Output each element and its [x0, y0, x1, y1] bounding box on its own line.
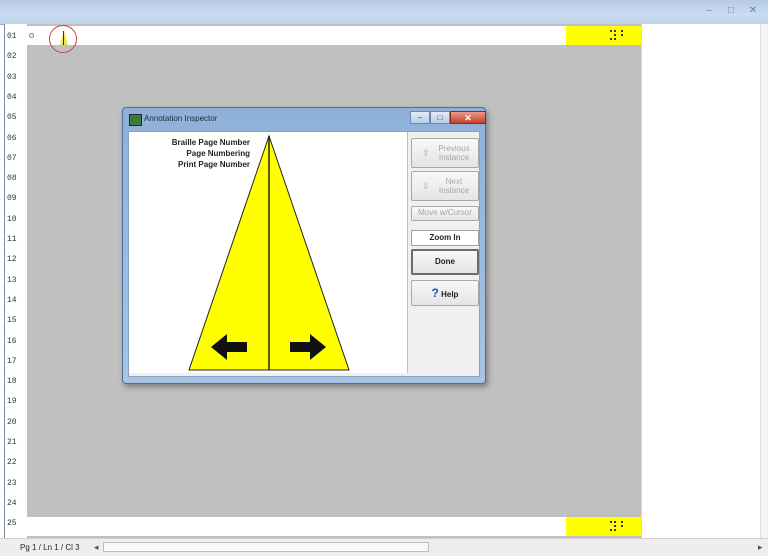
line-number: 20: [7, 417, 17, 427]
maximize-button[interactable]: □: [724, 5, 738, 17]
line-number: 23: [7, 478, 17, 488]
zoom-in-button[interactable]: Zoom In: [411, 230, 479, 246]
dialog-window-controls: – □ ✕: [410, 111, 486, 124]
line-number: 24: [7, 498, 17, 508]
annotation-inspector-dialog: Annotation Inspector – □ ✕ Braille Page …: [122, 107, 486, 384]
line-number: 10: [7, 214, 17, 224]
line-number: 01: [7, 32, 17, 41]
line-number: 03: [7, 72, 17, 82]
down-arrow-icon: ⇩: [422, 181, 430, 191]
help-button[interactable]: ? Help: [411, 280, 479, 306]
line-number: 17: [7, 356, 17, 366]
scroll-right-arrow-icon[interactable]: ▸: [758, 542, 763, 553]
document-line-01[interactable]: [27, 26, 641, 45]
cursor-marker: [29, 33, 34, 38]
help-icon: ?: [431, 286, 439, 300]
status-bar: Pg 1 / Ln 1 / Cl 3 ◂ ▸: [0, 538, 768, 556]
scroll-left-arrow-icon[interactable]: ◂: [94, 542, 99, 553]
done-button[interactable]: Done: [411, 249, 479, 275]
dialog-minimize-button[interactable]: –: [410, 111, 430, 124]
minimize-button[interactable]: –: [702, 5, 716, 17]
line-number: 08: [7, 174, 17, 184]
dialog-maximize-button[interactable]: □: [430, 111, 450, 124]
window-controls: – □ ✕: [702, 5, 760, 17]
line-number: 19: [7, 397, 17, 407]
line-number: 06: [7, 133, 17, 143]
annotation-marker-icon[interactable]: [49, 25, 77, 53]
line-number: 02: [7, 52, 17, 62]
line-number: 15: [7, 316, 17, 326]
line-number: 13: [7, 275, 17, 285]
line-number: 11: [7, 235, 17, 244]
right-margin-panel: [641, 24, 768, 538]
label-print-page-number: Print Page Number: [177, 160, 250, 169]
dialog-title: Annotation Inspector: [144, 114, 218, 123]
previous-instance-button[interactable]: ⇧ Previous Instance: [411, 138, 479, 168]
app-icon: [129, 114, 142, 126]
up-arrow-icon: ⇧: [422, 148, 430, 158]
dialog-close-button[interactable]: ✕: [450, 111, 486, 124]
page-number-triangle-icon: [188, 134, 350, 371]
cursor-position: Pg 1 / Ln 1 / Cl 3: [20, 543, 80, 552]
move-with-cursor-button[interactable]: Move w/Cursor: [411, 206, 479, 221]
vertical-scrollbar[interactable]: [760, 24, 768, 538]
line-number: 07: [7, 153, 17, 163]
line-number: 16: [7, 336, 17, 346]
next-instance-button[interactable]: ⇩ Next Instance: [411, 171, 479, 201]
close-button[interactable]: ✕: [746, 5, 760, 17]
line-number: 22: [7, 458, 17, 468]
document-line-25[interactable]: [27, 517, 641, 536]
horizontal-scrollbar[interactable]: [103, 542, 429, 552]
annotation-preview: Braille Page Number Page Numbering Print…: [129, 132, 408, 373]
line-number: 04: [7, 92, 17, 102]
label-page-numbering: Page Numbering: [186, 149, 250, 158]
dialog-client: Braille Page Number Page Numbering Print…: [128, 131, 480, 377]
line-number: 05: [7, 113, 17, 123]
line-number: 25: [7, 519, 17, 529]
triangle-icon: [60, 31, 68, 45]
label-braille-page-number: Braille Page Number: [171, 138, 250, 147]
gutter-divider: [4, 24, 5, 538]
app-titlebar: – □ ✕: [0, 0, 768, 25]
braille-page-number-top[interactable]: [566, 26, 641, 45]
line-number: 21: [7, 438, 17, 447]
line-number: 09: [7, 194, 17, 204]
braille-page-number-bottom[interactable]: [566, 517, 641, 536]
line-number: 12: [7, 255, 17, 265]
line-number: 18: [7, 377, 17, 387]
line-number: 14: [7, 295, 17, 305]
